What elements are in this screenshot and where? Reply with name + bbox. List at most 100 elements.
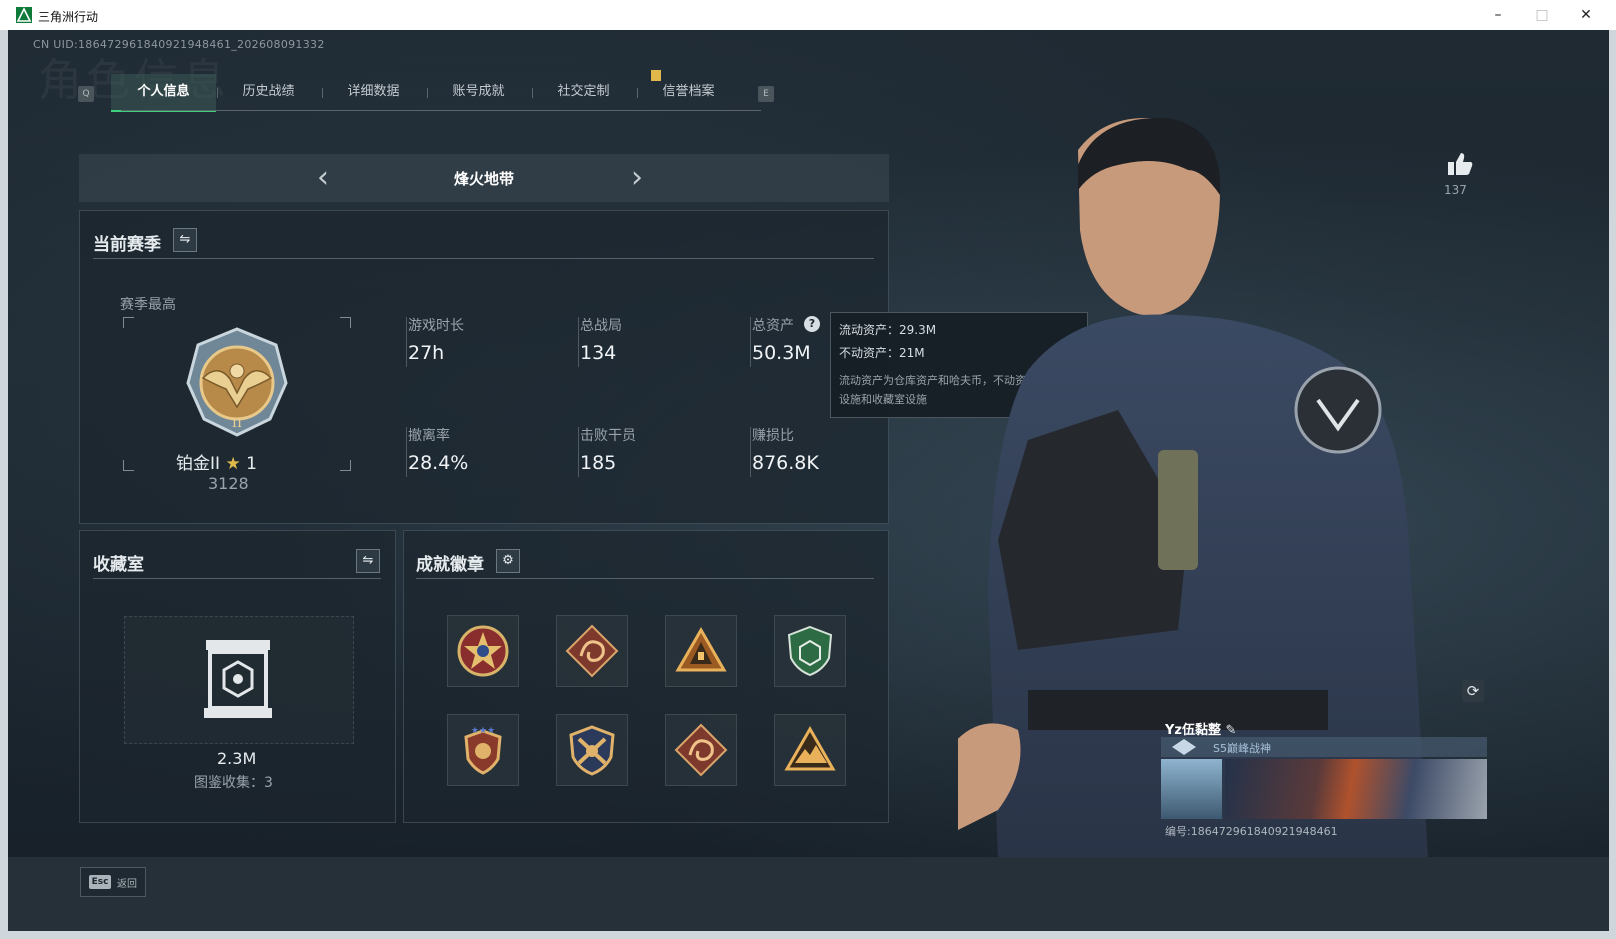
back-label: 返回	[117, 879, 137, 890]
stat-divider	[578, 427, 579, 477]
stat-divider	[406, 317, 407, 367]
frame-corner	[123, 317, 134, 328]
minimize-button[interactable]: –	[1480, 4, 1516, 26]
collection-switch-button[interactable]: ⇋	[356, 549, 380, 573]
stat-label-kills: 击败干员	[580, 428, 636, 444]
tab-next-key[interactable]: E	[758, 86, 774, 102]
player-banner-image	[1225, 759, 1487, 819]
star-medal-badge[interactable]	[447, 615, 519, 687]
like-thumb-icon[interactable]	[1447, 152, 1473, 176]
player-rank-row	[1161, 737, 1487, 757]
app-logo-icon	[16, 7, 32, 23]
stat-label-profit-ratio: 赚损比	[752, 428, 794, 444]
stat-divider	[750, 427, 751, 477]
achievements-divider	[416, 578, 874, 579]
maximize-button[interactable]: □	[1524, 4, 1560, 26]
back-button[interactable]: Esc 返回	[80, 867, 146, 897]
tab-social[interactable]: 社交定制	[531, 74, 636, 110]
dragon-medal-badge[interactable]	[556, 615, 628, 687]
profile-tabs: Q 个人信息 历史战绩 详细数据 账号成就 社交定制 信誉档案 E	[78, 70, 778, 112]
player-name-text: Yz伍黏整	[1165, 723, 1221, 738]
star-medal-icon	[457, 625, 509, 677]
stat-value-assets: 50.3M	[752, 342, 811, 364]
frame-corner	[123, 460, 134, 471]
season-highest-label: 赛季最高	[120, 297, 176, 313]
winged-shield-medal-badge[interactable]: ★★★	[447, 714, 519, 786]
tab-underline	[121, 110, 761, 111]
season-switch-button[interactable]: ⇋	[173, 228, 197, 252]
mountain-medal-badge[interactable]	[774, 714, 846, 786]
crossed-arms-medal-badge[interactable]	[556, 714, 628, 786]
platinum-rank-emblem-icon: II	[186, 327, 288, 437]
rank-star-count: 1	[246, 454, 257, 474]
frame-corner	[340, 317, 351, 328]
player-rank-icon	[1172, 739, 1196, 755]
stat-value-extraction-rate: 28.4%	[408, 452, 469, 474]
crossed-arms-medal-icon	[569, 725, 615, 776]
pyramid-medal-icon	[675, 626, 727, 672]
mountain-medal-icon	[784, 725, 836, 771]
edit-name-icon[interactable]: ✎	[1226, 723, 1237, 738]
stat-label-assets: 总资产	[752, 318, 794, 334]
player-profile-card[interactable]: Yz伍黏整 ✎ S5巅峰战神 编号:1864729618409219484​61	[1161, 716, 1487, 838]
bottom-bar: Esc 返回	[8, 857, 1609, 931]
stat-value-kills: 185	[580, 452, 617, 474]
stat-label-extraction-rate: 撤离率	[408, 428, 450, 444]
like-count: 137	[1444, 183, 1467, 197]
mode-selector: ‹ 烽火地带 ›	[79, 154, 889, 202]
window-title: 三角洲行动	[38, 10, 99, 24]
frame-corner	[340, 460, 351, 471]
stat-label-matches: 总战局	[580, 318, 622, 334]
close-button[interactable]: ✕	[1568, 4, 1604, 26]
stat-divider	[578, 317, 579, 367]
mode-title: 烽火地带	[453, 170, 514, 188]
refresh-icon[interactable]: ⟳	[1462, 680, 1484, 702]
tab-achievements[interactable]: 账号成就	[426, 74, 531, 110]
tab-detailed-data[interactable]: 详细数据	[321, 74, 426, 110]
stat-divider	[406, 427, 407, 477]
rank-score: 3128	[208, 474, 249, 493]
notification-marker	[651, 70, 661, 81]
stat-value-profit-ratio: 876.8K	[752, 452, 819, 474]
rank-name-text: 铂金II	[176, 454, 221, 474]
player-name: Yz伍黏整 ✎	[1165, 719, 1236, 738]
stat-value-matches: 134	[580, 342, 617, 364]
stat-divider	[750, 317, 751, 367]
tab-personal-info[interactable]: 个人信息	[111, 74, 216, 112]
player-id: 编号:1864729618409219484​61	[1165, 825, 1338, 838]
game-window: 角色信息 CN UID:1864729618409219484​61_20260…	[8, 30, 1609, 931]
rank-star-icon: ★	[225, 454, 241, 474]
collection-value: 2.3M	[217, 749, 257, 768]
dragon-medal-2-icon	[674, 723, 728, 777]
dragon-medal-2-badge[interactable]	[665, 714, 737, 786]
assets-help-icon[interactable]: ?	[804, 316, 820, 332]
pyramid-medal-badge[interactable]	[665, 615, 737, 687]
tab-prev-key[interactable]: Q	[78, 86, 94, 102]
achievements-title: 成就徽章	[416, 555, 484, 575]
tooltip-liquid-assets: 流动资产：29.3M	[839, 323, 937, 337]
player-rank-title: S5巅峰战神	[1213, 742, 1271, 755]
tooltip-fixed-assets: 不动资产：21M	[839, 346, 925, 360]
shield-medal-icon	[787, 625, 833, 677]
window-titlebar: 三角洲行动 – □ ✕	[0, 0, 1616, 30]
collection-catalog-count: 图鉴收集：3	[194, 775, 273, 791]
svg-text:★★★: ★★★	[471, 726, 495, 736]
tab-history[interactable]: 历史战绩	[216, 74, 321, 110]
shield-medal-badge[interactable]	[774, 615, 846, 687]
esc-key: Esc	[89, 875, 111, 889]
dragon-medal-icon	[565, 624, 619, 678]
svg-text:II: II	[232, 416, 242, 431]
collection-divider	[93, 578, 381, 579]
season-divider	[93, 258, 874, 259]
next-mode-button[interactable]: ›	[631, 160, 643, 195]
uid-text: CN UID:1864729618409219484​61_2026080913…	[33, 38, 325, 51]
stat-value-playtime: 27h	[408, 342, 445, 364]
player-avatar[interactable]	[1161, 759, 1222, 819]
collection-case-icon	[204, 640, 272, 718]
rank-name: 铂金II ★ 1	[176, 449, 257, 474]
achievements-settings-button[interactable]: ⚙	[496, 549, 520, 573]
season-title: 当前赛季	[93, 235, 161, 255]
collection-title: 收藏室	[93, 555, 144, 575]
stat-label-playtime: 游戏时长	[408, 318, 464, 334]
winged-shield-medal-icon: ★★★	[464, 726, 502, 775]
